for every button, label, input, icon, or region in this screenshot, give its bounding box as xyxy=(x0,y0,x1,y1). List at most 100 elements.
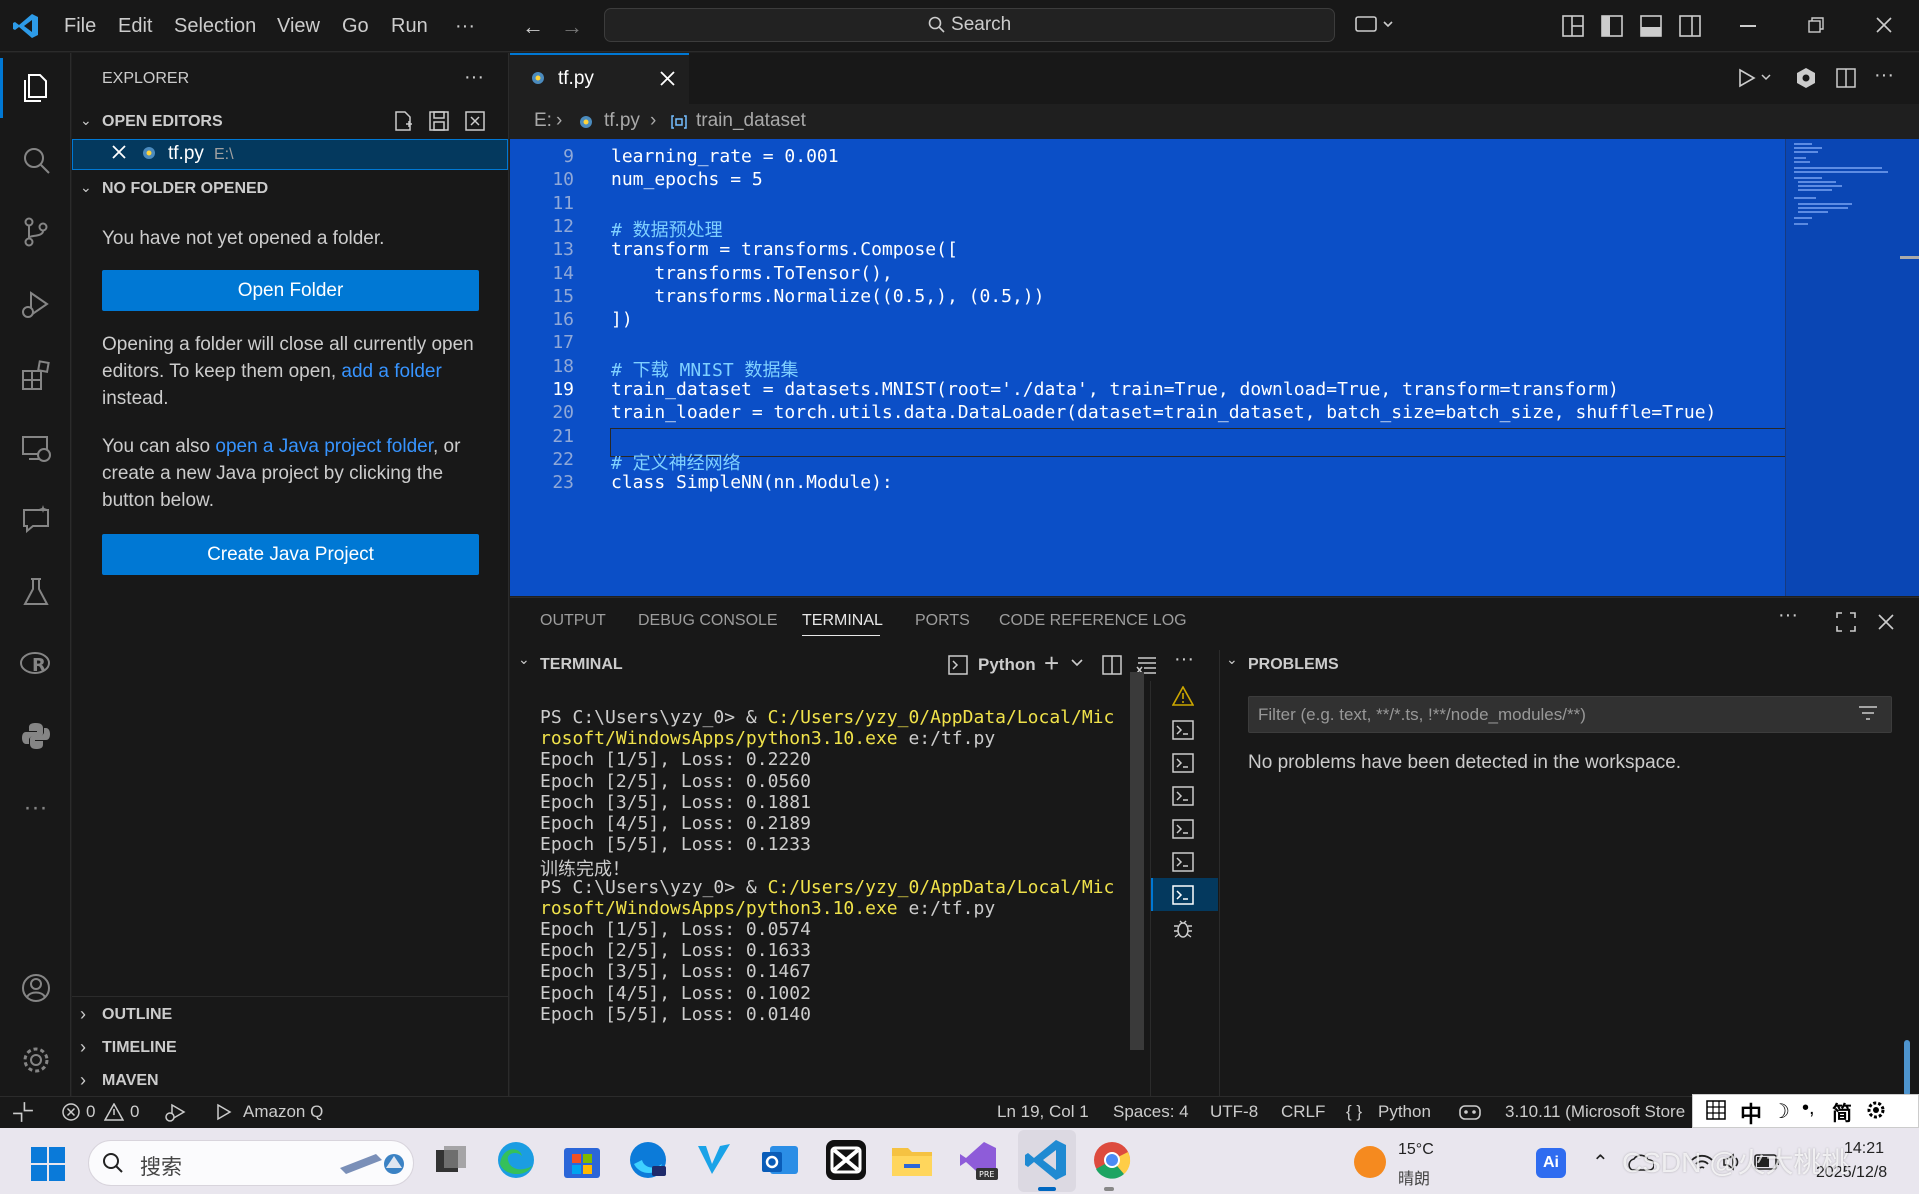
account-icon[interactable] xyxy=(0,958,71,1018)
run-python-icon[interactable] xyxy=(1738,68,1774,88)
chevron-right-icon[interactable]: › xyxy=(80,1004,86,1025)
filter-icon[interactable] xyxy=(1858,704,1878,722)
terminal-header[interactable]: TERMINAL xyxy=(540,656,623,674)
menu-more[interactable]: ··· xyxy=(455,0,475,52)
error-count[interactable]: 0 xyxy=(86,1096,95,1128)
open-editor-item[interactable] xyxy=(72,139,508,170)
close-all-icon[interactable] xyxy=(464,110,486,132)
split-terminal-icon[interactable] xyxy=(1102,655,1122,675)
windows-start-icon[interactable] xyxy=(30,1146,66,1182)
python-icon[interactable] xyxy=(0,706,71,766)
code-line[interactable]: class SimpleNN(nn.Module): xyxy=(611,472,893,493)
terminal-instance-icon[interactable] xyxy=(1172,753,1194,773)
command-center-search[interactable]: Search xyxy=(604,8,1335,42)
debug-terminal-icon[interactable] xyxy=(1172,918,1194,940)
weather-sun-icon[interactable] xyxy=(1354,1146,1386,1178)
close-editor-icon[interactable] xyxy=(111,144,127,160)
task-view-icon[interactable] xyxy=(426,1136,474,1184)
maven-header[interactable]: MAVEN xyxy=(102,1072,159,1090)
source-control-icon[interactable] xyxy=(0,202,71,262)
close-tab-icon[interactable] xyxy=(660,71,675,86)
language-mode[interactable]: Python xyxy=(1378,1096,1431,1128)
edge-icon[interactable] xyxy=(492,1136,540,1184)
editor-more-icon[interactable]: ··· xyxy=(1874,64,1894,87)
ime-simplified-icon[interactable]: 简 xyxy=(1832,1097,1852,1126)
code-line[interactable]: transforms.ToTensor(), xyxy=(611,263,892,284)
weather-desc[interactable]: 晴朗 xyxy=(1398,1165,1430,1189)
new-untitled-file-icon[interactable] xyxy=(392,110,414,132)
terminal-instance-icon[interactable] xyxy=(1172,885,1194,905)
problems-header[interactable]: PROBLEMS xyxy=(1248,656,1339,674)
file-explorer-icon[interactable] xyxy=(888,1136,936,1184)
code-line[interactable]: train_dataset = datasets.MNIST(root='./d… xyxy=(611,379,1619,400)
play-icon[interactable] xyxy=(216,1103,232,1121)
ime-grid-icon[interactable] xyxy=(1706,1100,1726,1120)
vscode-taskbar-icon[interactable] xyxy=(1022,1136,1070,1184)
explorer-more-icon[interactable]: ··· xyxy=(464,66,484,89)
chevron-right-icon[interactable]: › xyxy=(80,1070,86,1091)
debug-icon[interactable] xyxy=(164,1102,186,1122)
no-folder-header[interactable]: NO FOLDER OPENED xyxy=(102,180,268,198)
run-debug-icon[interactable] xyxy=(0,274,71,334)
remote-explorer-icon[interactable] xyxy=(0,418,71,478)
testing-icon[interactable] xyxy=(0,562,71,622)
copilot-chat-icon[interactable] xyxy=(1354,14,1394,36)
timeline-header[interactable]: TIMELINE xyxy=(102,1039,177,1057)
menu-run[interactable]: Run xyxy=(391,0,428,52)
menu-file[interactable]: File xyxy=(64,0,96,52)
chevron-up-icon[interactable]: ⌃ xyxy=(1592,1150,1609,1175)
code-line[interactable]: transform = transforms.Compose([ xyxy=(611,239,958,260)
toggle-panel-icon[interactable] xyxy=(1640,15,1662,37)
encoding[interactable]: UTF-8 xyxy=(1210,1096,1258,1128)
chevron-down-icon[interactable]: ⌄ xyxy=(80,179,92,196)
menu-selection[interactable]: Selection xyxy=(174,0,256,52)
clock-time[interactable]: 14:21 xyxy=(1844,1140,1884,1158)
terminal-more-icon[interactable]: ··· xyxy=(1174,648,1194,671)
menu-edit[interactable]: Edit xyxy=(118,0,152,52)
split-editor-icon[interactable] xyxy=(1836,68,1856,88)
indentation[interactable]: Spaces: 4 xyxy=(1113,1096,1189,1128)
ime-punctuation-icon[interactable]: •, xyxy=(1802,1097,1815,1120)
line-ending[interactable]: CRLF xyxy=(1281,1096,1325,1128)
forward-arrow-icon[interactable]: → xyxy=(561,14,583,40)
chevron-down-icon[interactable]: ⌄ xyxy=(1226,651,1238,668)
remote-icon[interactable] xyxy=(12,1096,34,1128)
menu-view[interactable]: View xyxy=(277,0,320,52)
breadcrumb-symbol[interactable]: train_dataset xyxy=(696,110,806,132)
ime-settings-icon[interactable] xyxy=(1866,1100,1886,1120)
code-line[interactable]: train_loader = torch.utils.data.DataLoad… xyxy=(611,402,1716,423)
ime-mode[interactable]: 中 xyxy=(1740,1097,1762,1129)
warning-count[interactable]: 0 xyxy=(130,1096,139,1128)
visual-studio-preview-icon[interactable]: PRE xyxy=(954,1136,1002,1184)
tab-terminal[interactable]: TERMINAL xyxy=(802,612,883,630)
r-icon[interactable]: R xyxy=(0,634,71,694)
search-icon[interactable] xyxy=(0,130,71,190)
chrome-icon[interactable] xyxy=(1088,1136,1136,1184)
tab-code-reference-log[interactable]: CODE REFERENCE LOG xyxy=(999,612,1187,630)
close-window-icon[interactable] xyxy=(1876,17,1892,33)
amazon-q-status[interactable]: Amazon Q xyxy=(243,1096,323,1128)
close-panel-icon[interactable] xyxy=(1878,614,1894,630)
chevron-down-icon[interactable]: ⌄ xyxy=(80,112,92,129)
cursor-position[interactable]: Ln 19, Col 1 xyxy=(997,1096,1089,1128)
code-line[interactable]: learning_rate = 0.001 xyxy=(611,146,839,167)
terminal-instance-icon[interactable] xyxy=(1172,852,1194,872)
open-editors-header[interactable]: OPEN EDITORS xyxy=(102,113,223,131)
save-all-icon[interactable] xyxy=(428,110,450,132)
terminal-instance-icon[interactable] xyxy=(1172,720,1194,740)
breadcrumb-file[interactable]: tf.py xyxy=(604,110,640,132)
chevron-right-icon[interactable]: › xyxy=(80,1037,86,1058)
microsoft-store-icon[interactable] xyxy=(558,1136,606,1184)
amazon-q-icon[interactable] xyxy=(1796,67,1816,89)
toggle-primary-sidebar-icon[interactable] xyxy=(1601,15,1623,37)
add-folder-link[interactable]: add a folder xyxy=(341,361,441,382)
ime-moon-icon[interactable]: ☽ xyxy=(1772,1099,1790,1124)
tab-output[interactable]: OUTPUT xyxy=(540,612,606,630)
extensions-icon[interactable] xyxy=(0,346,71,406)
terminal-instance-icon[interactable] xyxy=(1172,819,1194,839)
restore-icon[interactable] xyxy=(1808,17,1824,33)
create-java-project-button[interactable]: Create Java Project xyxy=(102,534,479,575)
edge-ai-icon[interactable] xyxy=(624,1136,672,1184)
vector-app-icon[interactable] xyxy=(690,1136,738,1184)
chevron-down-icon[interactable]: ⌄ xyxy=(518,651,530,668)
